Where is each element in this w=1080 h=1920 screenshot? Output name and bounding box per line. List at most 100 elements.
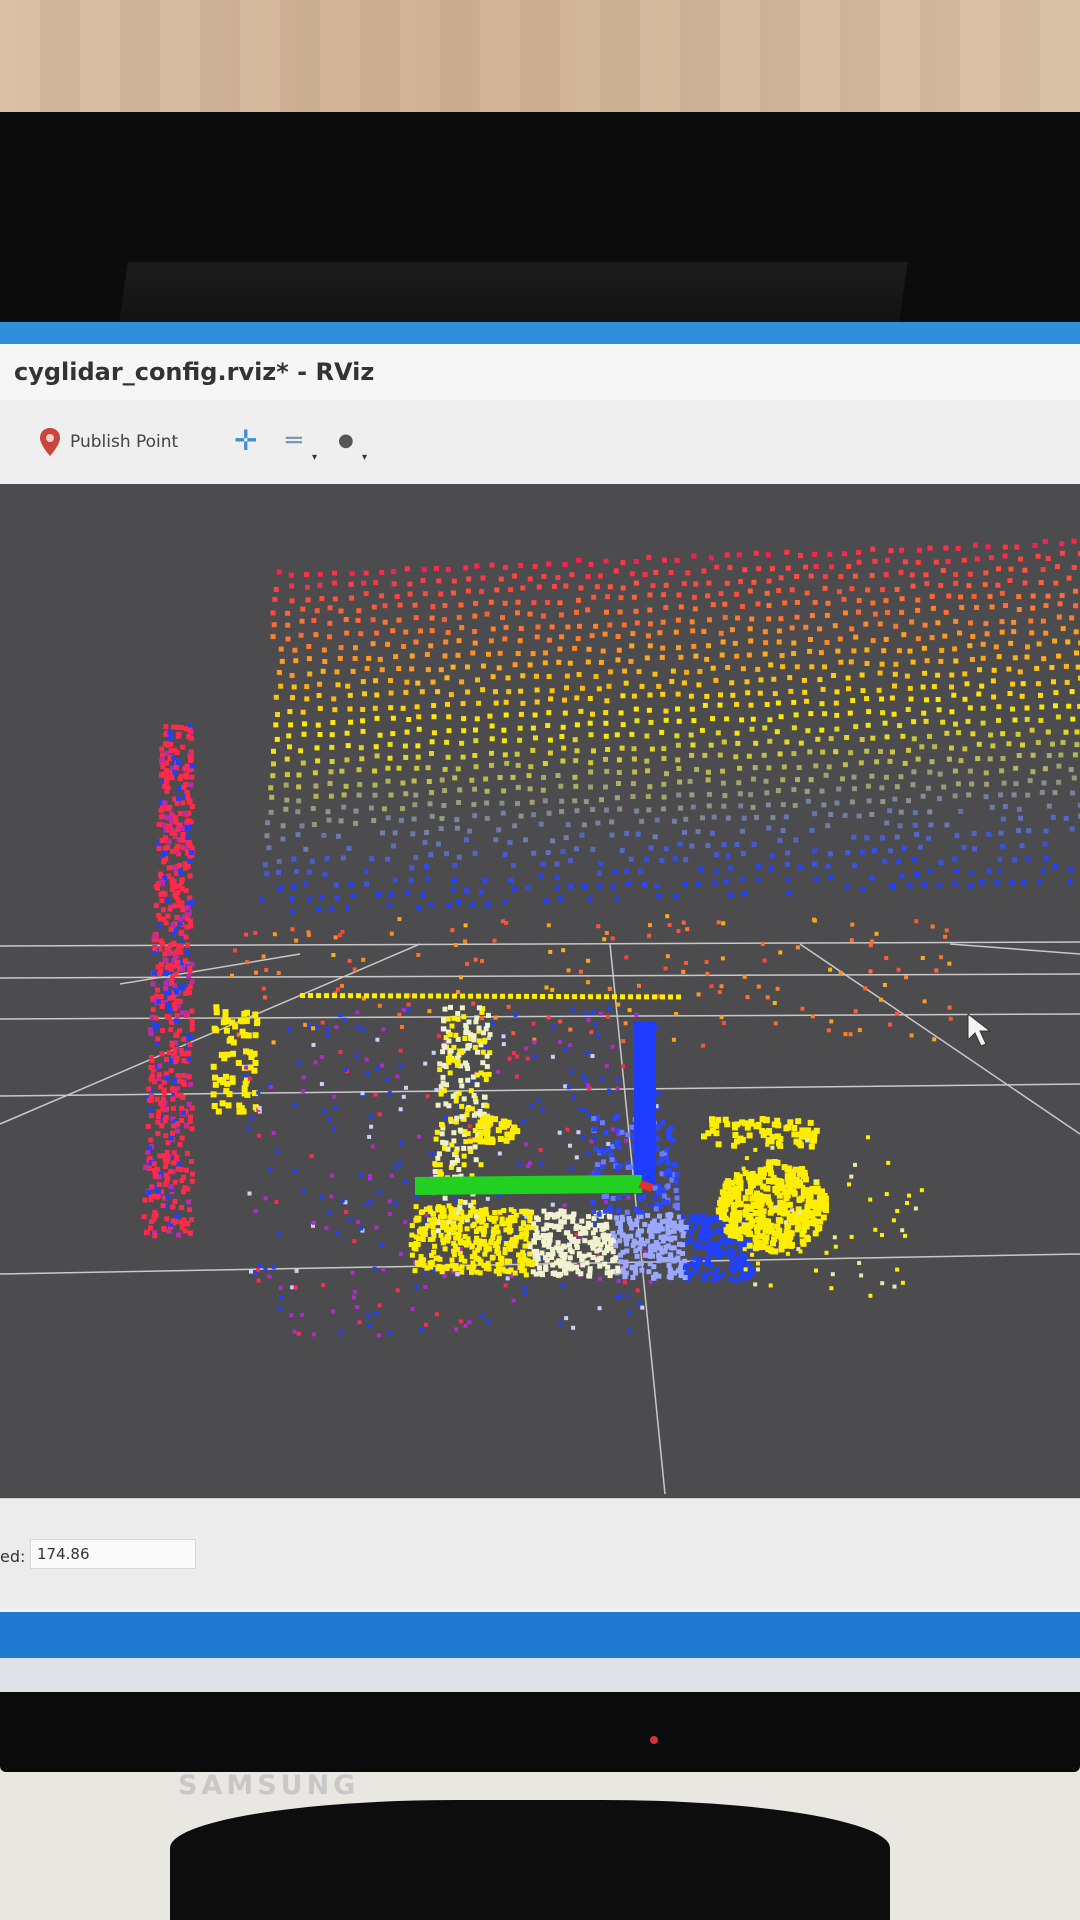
cloud-point (461, 728, 467, 734)
cloud-point (888, 1022, 892, 1027)
cloud-point (849, 1234, 854, 1239)
cloud-point (1043, 828, 1049, 834)
cloud-point (444, 993, 449, 999)
cloud-point (477, 1260, 483, 1265)
cloud-point (775, 986, 780, 991)
cloud-point (1046, 753, 1052, 758)
cloud-point (472, 613, 478, 619)
cloud-point (406, 1007, 411, 1012)
cloud-point (156, 999, 162, 1005)
cloud-point (663, 1171, 669, 1177)
cloud-point (747, 626, 753, 632)
cloud-point (174, 1031, 180, 1037)
cloud-point (922, 999, 927, 1004)
cloud-point (444, 851, 449, 857)
cloud-point (502, 600, 508, 606)
minus-icon[interactable]: ═ (286, 428, 314, 456)
cloud-point (779, 653, 785, 659)
cloud-point (393, 1202, 398, 1206)
cloud-point (579, 832, 585, 838)
cloud-point (364, 665, 370, 671)
minus-dropdown-caret[interactable]: ▾ (312, 452, 317, 463)
cloud-point (486, 651, 491, 657)
cloud-point (502, 752, 508, 758)
cloud-point (870, 600, 876, 606)
cloud-point (340, 1198, 345, 1203)
cloud-point (287, 709, 293, 715)
cloud-point (472, 1044, 478, 1050)
cloud-point (731, 1142, 738, 1149)
cloud-point (692, 606, 698, 612)
cloud-point (560, 724, 566, 730)
cloud-point (466, 576, 472, 582)
cloud-point (798, 553, 803, 559)
cloud-point (160, 1106, 166, 1111)
cloud-point (1059, 593, 1065, 598)
cloud-point (276, 869, 281, 875)
cloud-point (398, 817, 404, 823)
cloud-point (825, 823, 831, 829)
cloud-point (535, 624, 541, 630)
cloud-point (455, 1011, 461, 1016)
taskbar[interactable] (0, 1612, 1080, 1658)
cloud-point (784, 549, 790, 555)
cloud-point (311, 822, 317, 827)
cloud-point (851, 774, 857, 780)
cloud-point (860, 887, 866, 893)
cloud-point (756, 1240, 763, 1247)
cloud-point (710, 602, 716, 608)
cloud-point (158, 807, 164, 813)
cloud-point (189, 850, 194, 856)
cloud-point (742, 1170, 749, 1177)
cloud-point (604, 768, 610, 774)
cloud-point (962, 696, 968, 702)
cloud-point (177, 810, 183, 816)
camera-dropdown-caret[interactable]: ▾ (362, 452, 367, 463)
cloud-point (159, 838, 165, 843)
cloud-point (567, 1255, 573, 1261)
cloud-point (866, 709, 872, 715)
cloud-point (450, 1263, 456, 1269)
cloud-point (604, 1224, 610, 1230)
cloud-point (179, 877, 185, 883)
cloud-point (985, 544, 991, 550)
cloud-point (734, 653, 740, 659)
value-field[interactable] (30, 1539, 196, 1569)
cloud-point (1046, 803, 1052, 809)
cloud-point (531, 812, 537, 818)
cloud-point (306, 656, 312, 662)
cloud-point (947, 1005, 952, 1010)
cloud-point (682, 1258, 688, 1264)
cloud-point (152, 1209, 158, 1215)
cloud-point (880, 835, 885, 841)
cloud-point (439, 816, 445, 821)
cloud-point (551, 1024, 556, 1029)
cloud-point (306, 1022, 311, 1027)
cloud-point (729, 627, 735, 633)
cloud-point (393, 654, 399, 660)
cloud-point (847, 710, 853, 716)
cloud-point (616, 770, 622, 775)
cloud-point (167, 824, 173, 830)
point-cloud-canvas[interactable] (0, 484, 1080, 1498)
cloud-point (491, 1231, 497, 1237)
publish-point-tool[interactable]: Publish Point (40, 428, 178, 456)
cloud-point (477, 1241, 482, 1247)
plus-icon[interactable]: ✛ (234, 427, 262, 456)
cloud-point (450, 664, 456, 670)
cloud-point (720, 768, 726, 774)
cloud-point (971, 830, 977, 836)
cloud-point (764, 790, 770, 796)
cloud-point (168, 1068, 174, 1074)
cloud-point (442, 766, 448, 772)
cloud-point (1070, 716, 1076, 722)
cloud-point (783, 1125, 790, 1132)
cloud-point (372, 1266, 377, 1271)
cloud-point (468, 1202, 474, 1208)
cloud-point (797, 864, 803, 870)
3d-viewport[interactable] (0, 484, 1080, 1498)
cloud-point (812, 1230, 819, 1237)
cloud-point (955, 781, 961, 787)
window-titlebar[interactable]: cyglidar_config.rviz* - RViz (0, 344, 1080, 400)
cloud-point (420, 892, 426, 898)
